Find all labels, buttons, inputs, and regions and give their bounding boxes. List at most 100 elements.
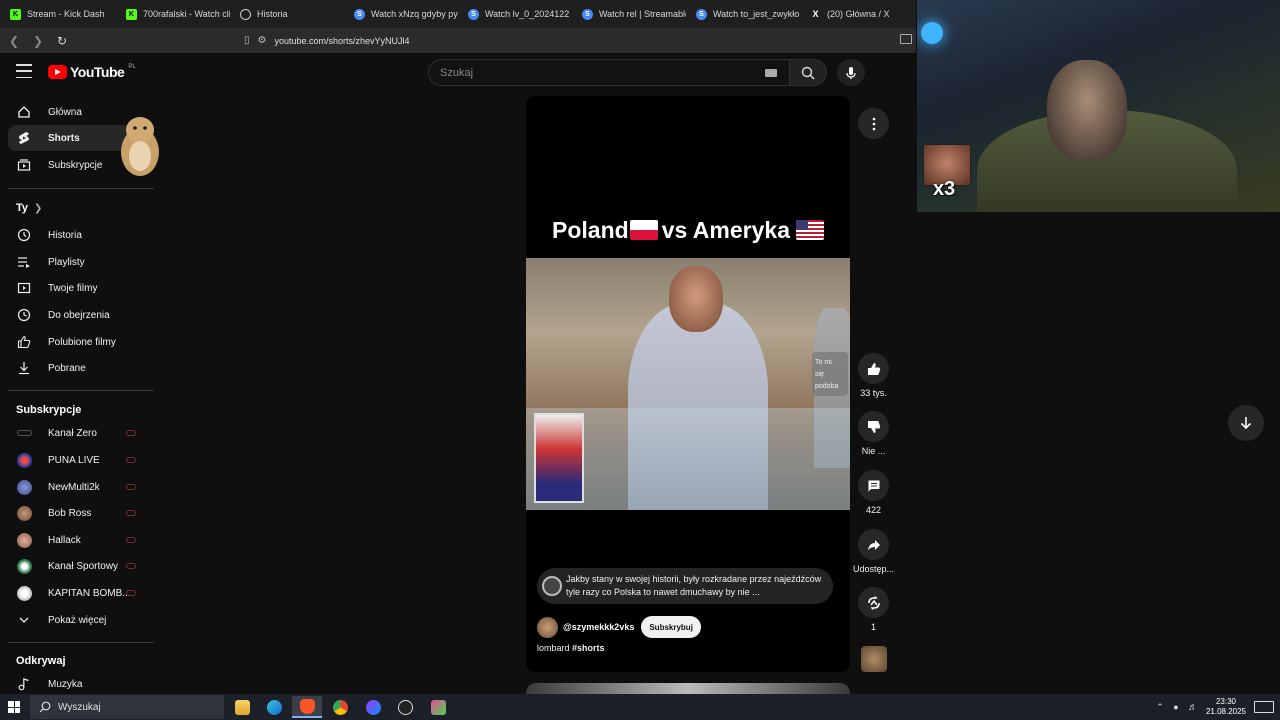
next-short-preview[interactable] bbox=[526, 683, 850, 694]
microphone-icon[interactable]: ● bbox=[1168, 702, 1184, 712]
sidebar-subscription[interactable]: Bob Ross bbox=[8, 500, 152, 526]
sidebar-subscription[interactable]: PUNA LIVE bbox=[8, 447, 152, 473]
sidebar-subscription[interactable]: Hallack bbox=[8, 527, 152, 553]
chrome-icon bbox=[332, 699, 348, 715]
sidebar-item-label: Historia bbox=[48, 229, 82, 241]
back-button[interactable]: ❮ bbox=[4, 31, 24, 51]
webcam-lamp bbox=[921, 22, 943, 44]
sidebar-subscriptions-heading: Subskrypcje bbox=[16, 404, 82, 416]
tab-label: Historia bbox=[257, 9, 288, 19]
video-title-overlay: Poland vs Ameryka bbox=[526, 217, 850, 244]
browser-tab[interactable]: K Stream - Kick Dash bbox=[0, 0, 116, 28]
sidebar-subscription[interactable]: KAPITAN BOMB... bbox=[8, 580, 152, 606]
subscribe-button[interactable]: Subskrybuj bbox=[641, 616, 701, 638]
taskbar-clock[interactable]: 23:30 21.08.2025 bbox=[1202, 697, 1250, 717]
search-input[interactable] bbox=[440, 66, 740, 79]
sidebar-item-your-videos[interactable]: Twoje filmy bbox=[8, 275, 152, 301]
share-button[interactable] bbox=[858, 529, 889, 560]
tab-label: Watch xNzq gdyby pył bbox=[371, 9, 458, 19]
sidebar-item-label: Polubione filmy bbox=[48, 336, 116, 348]
sidebar-item-history[interactable]: Historia bbox=[8, 222, 152, 248]
chevron-up-icon[interactable]: ⌃ bbox=[1152, 702, 1168, 713]
comments-button[interactable] bbox=[858, 470, 889, 501]
sidebar-item-label: NewMulti2k bbox=[48, 481, 100, 493]
taskbar-app[interactable] bbox=[423, 696, 453, 718]
streamable-icon: S bbox=[582, 8, 593, 20]
bookmark-icon[interactable]: ▯ bbox=[244, 35, 250, 46]
channel-name[interactable]: @szymekkk2vks bbox=[563, 622, 634, 632]
site-info-icon[interactable]: ⚙ bbox=[258, 35, 267, 46]
taskbar-file-explorer[interactable] bbox=[227, 696, 257, 718]
reload-button[interactable]: ↻ bbox=[52, 31, 72, 51]
you-heading-label: Ty bbox=[16, 202, 29, 214]
sidebar-item-label: Kanał Zero bbox=[48, 427, 97, 439]
menu-icon[interactable] bbox=[16, 64, 32, 78]
video-game-box bbox=[534, 413, 584, 503]
taskbar-search[interactable]: Wyszukaj bbox=[30, 695, 224, 719]
usa-flag-icon bbox=[795, 220, 824, 240]
channel-avatar bbox=[17, 585, 32, 601]
sidebar-show-more[interactable]: Pokaż więcej bbox=[8, 607, 152, 633]
description-bubble[interactable]: Jakby stany w swojej historii, były rozk… bbox=[537, 568, 833, 604]
taskbar-messenger[interactable] bbox=[358, 696, 388, 718]
sidebar-item-label: PUNA LIVE bbox=[48, 454, 100, 466]
next-short-button[interactable] bbox=[1228, 405, 1264, 441]
browser-tab[interactable]: S Watch rel | Streamable bbox=[572, 0, 686, 28]
browser-tab[interactable]: S Watch xNzq gdyby pył bbox=[344, 0, 458, 28]
shorts-player[interactable]: Poland vs Ameryka Jakby stany w swojej hi… bbox=[526, 96, 850, 672]
browser-tab[interactable]: Historia bbox=[230, 0, 344, 28]
sidebar-subscription[interactable]: Kanał Sportowy bbox=[8, 553, 152, 579]
cast-icon[interactable] bbox=[900, 34, 912, 44]
taskbar-brave[interactable] bbox=[292, 696, 322, 718]
sidebar-item-watch-later[interactable]: Do obejrzenia bbox=[8, 302, 152, 328]
hamster-sticker bbox=[121, 117, 159, 176]
sidebar-item-downloads[interactable]: Pobrane bbox=[8, 355, 152, 381]
like-button[interactable] bbox=[858, 353, 889, 384]
sidebar-item-label: Hallack bbox=[48, 534, 81, 546]
volume-icon[interactable]: ♬ bbox=[1184, 702, 1202, 713]
taskbar-chrome[interactable] bbox=[325, 696, 355, 718]
remix-button[interactable] bbox=[858, 587, 889, 618]
browser-tab[interactable]: X (20) Główna / X bbox=[800, 0, 916, 28]
taskbar-edge[interactable] bbox=[259, 696, 289, 718]
sidebar-subscription[interactable]: NewMulti2k bbox=[8, 474, 152, 500]
remix-icon bbox=[867, 595, 880, 610]
more-options-button[interactable] bbox=[858, 108, 889, 139]
browser-tab[interactable]: K 700rafalski - Watch clip bbox=[116, 0, 230, 28]
youtube-logo[interactable]: YouTube PL bbox=[48, 64, 136, 80]
sidebar-item-label: Twoje filmy bbox=[48, 282, 98, 294]
tab-label: Watch to_jest_zwykło bbox=[713, 9, 800, 19]
brave-icon bbox=[299, 698, 315, 714]
tab-label: 700rafalski - Watch clip bbox=[143, 9, 230, 19]
hashtag-link[interactable]: #shorts bbox=[572, 643, 605, 653]
like-tooltip: To mi się podoba bbox=[812, 352, 848, 396]
reload-icon: ↻ bbox=[56, 33, 68, 48]
search-button[interactable] bbox=[789, 59, 827, 86]
thumbs-up-icon bbox=[867, 362, 880, 375]
sidebar-subscription[interactable]: Kanał Zero bbox=[8, 420, 152, 446]
poland-flag-icon bbox=[629, 220, 658, 240]
sidebar-item-label: Muzyka bbox=[48, 678, 83, 690]
search-icon bbox=[801, 66, 815, 79]
sidebar-you-heading[interactable]: Ty ❯ bbox=[16, 202, 42, 214]
forward-button[interactable]: ❯ bbox=[28, 31, 48, 51]
keyboard-icon[interactable] bbox=[765, 69, 777, 77]
dislike-button[interactable] bbox=[858, 411, 889, 442]
sidebar-item-playlists[interactable]: Playlisty bbox=[8, 249, 152, 275]
thumbs-down-icon bbox=[867, 420, 880, 433]
voice-search-button[interactable] bbox=[837, 59, 865, 86]
country-code: PL bbox=[128, 64, 136, 70]
browser-tab[interactable]: S Watch lv_0_2024122 bbox=[458, 0, 572, 28]
taskbar-obs[interactable] bbox=[390, 696, 420, 718]
your-videos-icon bbox=[17, 281, 31, 295]
browser-tab[interactable]: S Watch to_jest_zwykło bbox=[686, 0, 800, 28]
sidebar-item-liked[interactable]: Polubione filmy bbox=[8, 329, 152, 355]
windows-start-icon[interactable] bbox=[8, 701, 20, 713]
browser-toolbar: ❮ ❯ ↻ ▯ ⚙ youtube.com/shorts/zhevYyNUJl4 bbox=[0, 28, 916, 53]
tab-label: Watch rel | Streamable bbox=[599, 9, 686, 19]
sound-thumbnail[interactable] bbox=[861, 646, 887, 672]
url-text: youtube.com/shorts/zhevYyNUJl4 bbox=[274, 35, 410, 46]
address-bar[interactable]: ▯ ⚙ youtube.com/shorts/zhevYyNUJl4 bbox=[244, 31, 899, 50]
notifications-icon[interactable] bbox=[1254, 701, 1274, 713]
channel-avatar[interactable] bbox=[537, 616, 558, 638]
